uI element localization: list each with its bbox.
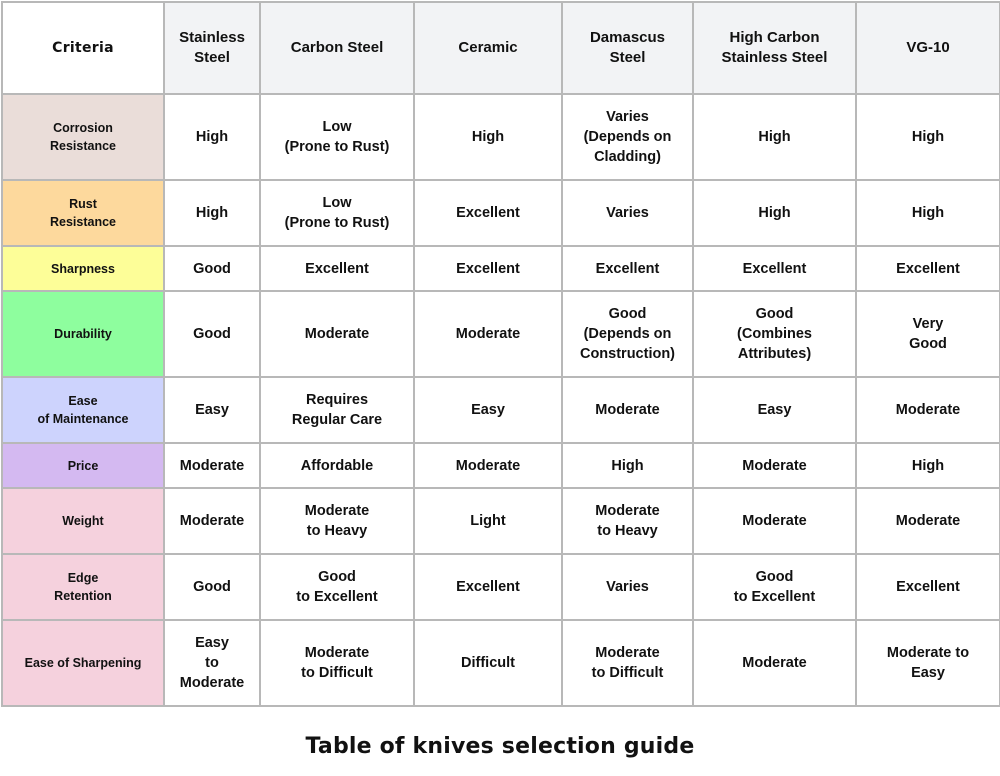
row-header-rust-resistance: Rust Resistance <box>1 179 165 247</box>
row-header-corrosion-resistance: Corrosion Resistance <box>1 93 165 181</box>
row-header-weight: Weight <box>1 487 165 555</box>
table-row-ease-of-maintenance: Ease of Maintenance Easy Requires Regular … <box>1 376 1000 444</box>
table-row-durability: Durability Good Moderate Moderate Good (Depe… <box>1 290 1000 378</box>
row-header-price: Price <box>1 442 165 489</box>
table-cell: Light <box>413 487 563 555</box>
table-cell: Good (Depends on Construction) <box>561 290 694 378</box>
table-cell: Varies <box>561 553 694 621</box>
table-caption: Table of knives selection guide <box>305 734 695 759</box>
table-cell: High <box>855 93 1000 181</box>
table-row-ease-of-sharpening: Ease of Sharpening Easy to Moderate Modera… <box>1 619 1000 707</box>
table-cell: Easy <box>692 376 857 444</box>
table-cell: High <box>163 179 261 247</box>
table-cell: Good <box>163 553 261 621</box>
table-cell: Excellent <box>561 245 694 292</box>
table-cell: High <box>163 93 261 181</box>
table-cell: Moderate <box>692 619 857 707</box>
table-row-rust-resistance: Rust Resistance High Low (Prone to Rust) Ex… <box>1 179 1000 247</box>
table-cell: Good to Excellent <box>259 553 415 621</box>
table-row-price: Price Moderate Affordable Moderate High Moder… <box>1 442 1000 489</box>
table-cell: Moderate to Difficult <box>561 619 694 707</box>
row-header-edge-retention: Edge Retention <box>1 553 165 621</box>
table-cell: High <box>692 179 857 247</box>
column-header-carbon-steel: Carbon Steel <box>259 1 415 95</box>
table-cell: Excellent <box>413 553 563 621</box>
table-cell: Excellent <box>855 553 1000 621</box>
table-cell: Good (Combines Attributes) <box>692 290 857 378</box>
table-cell: Easy to Moderate <box>163 619 261 707</box>
column-header-high-carbon-stainless: High Carbon Stainless Steel <box>692 1 857 95</box>
knife-comparison-table: Criteria Stainless Steel Carbon Steel Ce… <box>1 1 1000 707</box>
table-cell: Moderate <box>163 487 261 555</box>
table-cell: Varies <box>561 179 694 247</box>
table-cell: Requires Regular Care <box>259 376 415 444</box>
table-cell: Excellent <box>259 245 415 292</box>
table-cell: Varies (Depends on Cladding) <box>561 93 694 181</box>
table-cell: Moderate to Heavy <box>561 487 694 555</box>
table-cell: Moderate <box>855 376 1000 444</box>
table-cell: Moderate to Difficult <box>259 619 415 707</box>
row-header-ease-of-sharpening: Ease of Sharpening <box>1 619 165 707</box>
table-cell: Excellent <box>855 245 1000 292</box>
table-cell: Easy <box>413 376 563 444</box>
table-cell: Moderate <box>561 376 694 444</box>
table-cell: Moderate <box>259 290 415 378</box>
table-cell: Moderate <box>413 442 563 489</box>
table-row-corrosion-resistance: Corrosion Resistance High Low (Prone to Ru… <box>1 93 1000 181</box>
table-cell: Excellent <box>413 245 563 292</box>
table-cell: Easy <box>163 376 261 444</box>
table-cell: Good <box>163 290 261 378</box>
header-row: Criteria Stainless Steel Carbon Steel Ce… <box>1 1 1000 95</box>
table-row-edge-retention: Edge Retention Good Good to Excellent Excel… <box>1 553 1000 621</box>
column-header-ceramic: Ceramic <box>413 1 563 95</box>
table-cell: High <box>692 93 857 181</box>
table-cell: Very Good <box>855 290 1000 378</box>
table-cell: Moderate <box>855 487 1000 555</box>
table-row-weight: Weight Moderate Moderate to Heavy Light Mode… <box>1 487 1000 555</box>
table-cell: Moderate <box>692 487 857 555</box>
table-cell: Low (Prone to Rust) <box>259 93 415 181</box>
table-cell: Moderate <box>692 442 857 489</box>
criteria-header: Criteria <box>1 1 165 95</box>
row-header-ease-of-maintenance: Ease of Maintenance <box>1 376 165 444</box>
table-cell: High <box>561 442 694 489</box>
column-header-stainless-steel: Stainless Steel <box>163 1 261 95</box>
column-header-vg10: VG-10 <box>855 1 1000 95</box>
table-cell: High <box>413 93 563 181</box>
table-cell: Moderate to Heavy <box>259 487 415 555</box>
table-cell: Good <box>163 245 261 292</box>
table-cell: Low (Prone to Rust) <box>259 179 415 247</box>
table-row-sharpness: Sharpness Good Excellent Excellent Excellent… <box>1 245 1000 292</box>
table-cell: Good to Excellent <box>692 553 857 621</box>
table-cell: High <box>855 442 1000 489</box>
table-cell: Moderate <box>413 290 563 378</box>
table-cell: Excellent <box>413 179 563 247</box>
table-cell: High <box>855 179 1000 247</box>
row-header-sharpness: Sharpness <box>1 245 165 292</box>
table-cell: Moderate to Easy <box>855 619 1000 707</box>
column-header-damascus-steel: Damascus Steel <box>561 1 694 95</box>
table-cell: Difficult <box>413 619 563 707</box>
row-header-durability: Durability <box>1 290 165 378</box>
table-cell: Moderate <box>163 442 261 489</box>
table-cell: Affordable <box>259 442 415 489</box>
table-cell: Excellent <box>692 245 857 292</box>
